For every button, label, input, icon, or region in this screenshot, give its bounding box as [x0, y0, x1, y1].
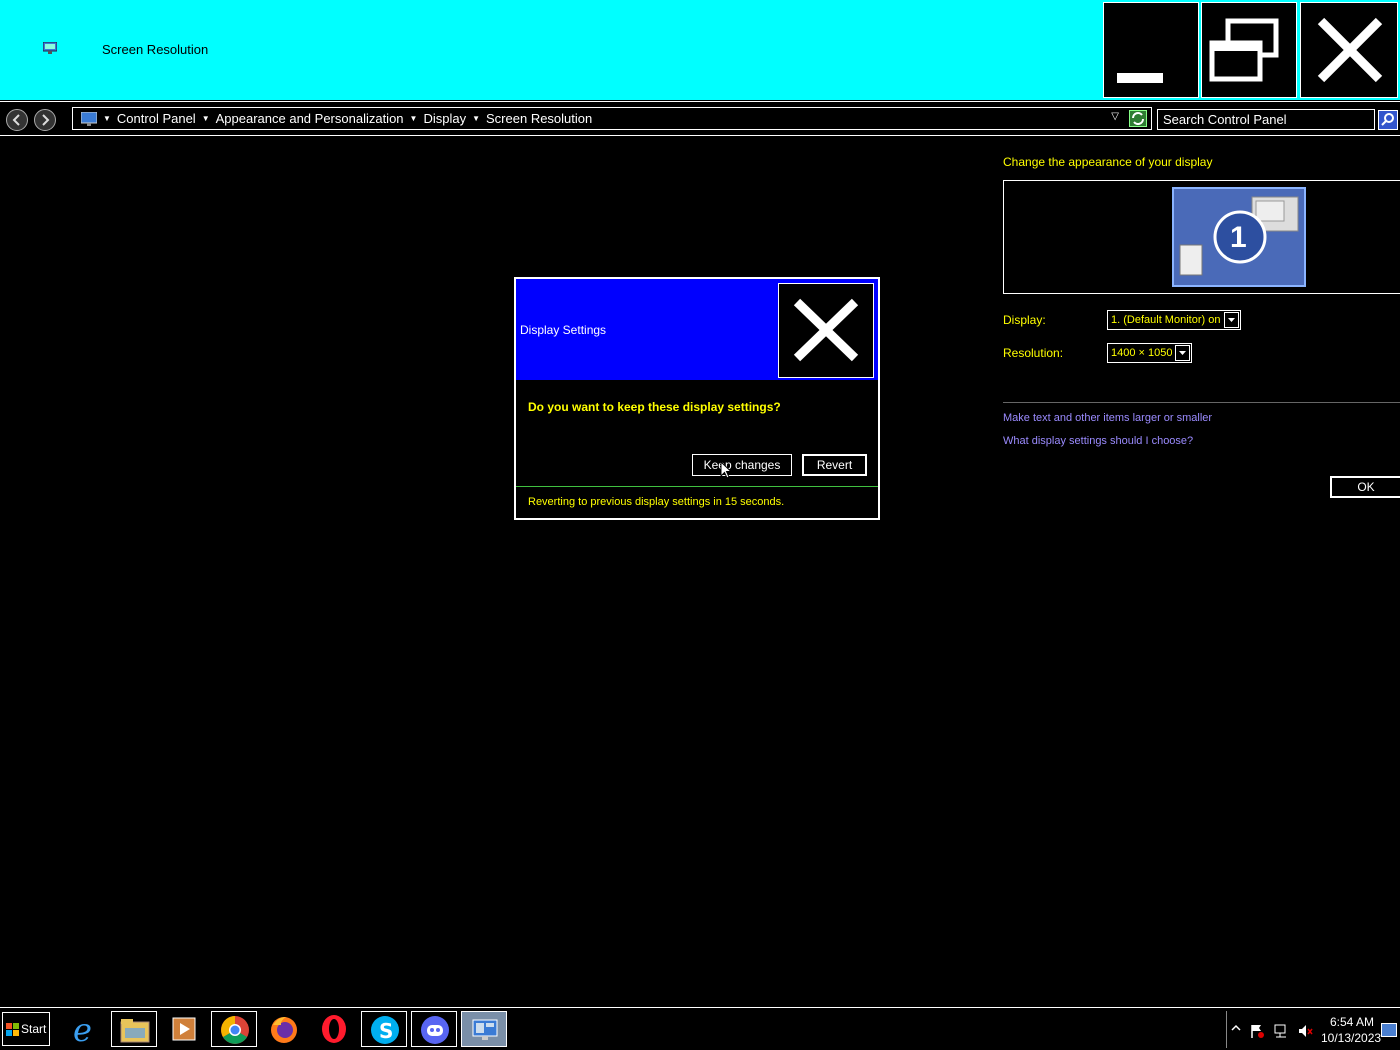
network-icon[interactable]: [1273, 1023, 1289, 1039]
search-button[interactable]: [1378, 110, 1398, 130]
keep-changes-button[interactable]: Keep changes: [692, 454, 792, 476]
taskbar-firefox[interactable]: [261, 1011, 307, 1047]
svg-text:e: e: [73, 1013, 92, 1045]
taskbar-file-explorer[interactable]: [111, 1011, 157, 1047]
dialog-title: Display Settings: [520, 323, 607, 337]
revert-button[interactable]: Revert: [802, 454, 867, 476]
skype-icon: S: [371, 1016, 399, 1044]
breadcrumb-control-panel[interactable]: Control Panel: [117, 111, 196, 126]
discord-icon: [421, 1016, 449, 1044]
clock-date[interactable]: 10/13/2023: [1321, 1031, 1381, 1045]
ok-button[interactable]: OK: [1330, 476, 1400, 498]
show-desktop-button[interactable]: [1381, 1023, 1397, 1037]
start-button[interactable]: Start: [2, 1012, 50, 1046]
firefox-icon: [271, 1017, 297, 1043]
taskbar-opera[interactable]: [311, 1011, 357, 1047]
chrome-icon: [221, 1016, 249, 1044]
screen-resolution-app-icon: [43, 42, 57, 54]
refresh-button[interactable]: [1129, 110, 1147, 127]
minimize-button[interactable]: [1103, 2, 1199, 98]
dialog-separator: [516, 486, 878, 487]
control-panel-icon: [81, 111, 97, 126]
chevron-down-icon: [1179, 351, 1186, 355]
monitor-1-preview[interactable]: 1: [1172, 187, 1306, 287]
link-text-size[interactable]: Make text and other items larger or smal…: [1003, 412, 1212, 424]
title-bar: Screen Resolution: [0, 0, 1400, 100]
windows-logo-icon: [6, 1023, 19, 1036]
start-label: Start: [21, 1022, 47, 1036]
forward-button[interactable]: [34, 109, 56, 131]
dialog-close-button[interactable]: [778, 283, 874, 378]
breadcrumb-screen-resolution[interactable]: Screen Resolution: [486, 111, 592, 126]
chevron-down-icon: [1228, 318, 1235, 322]
restore-icon: [1209, 18, 1279, 82]
taskbar: Start e S: [0, 1007, 1400, 1050]
breadcrumb: ▼ Control Panel ▼ Appearance and Persona…: [81, 111, 592, 126]
display-select-value: 1. (Default Monitor) on: [1111, 314, 1221, 326]
panel-heading: Change the appearance of your display: [1003, 155, 1213, 169]
breadcrumb-arrow-icon[interactable]: ▼: [410, 114, 418, 123]
display-settings-dialog: Display Settings Do you want to keep the…: [514, 277, 880, 520]
search-placeholder: Search Control Panel: [1163, 112, 1287, 127]
refresh-icon: [1132, 112, 1144, 125]
internet-explorer-icon: e: [73, 1013, 92, 1045]
restore-button[interactable]: [1201, 2, 1297, 98]
breadcrumb-arrow-icon[interactable]: ▼: [202, 114, 210, 123]
taskbar-control-panel[interactable]: [461, 1011, 507, 1047]
resolution-select-value: 1400 × 1050: [1111, 347, 1173, 359]
monitor-preview-area: 1: [1003, 180, 1400, 294]
media-player-icon: [172, 1017, 196, 1041]
close-icon: [793, 298, 859, 362]
search-input[interactable]: Search Control Panel: [1157, 109, 1375, 130]
dialog-countdown-status: Reverting to previous display settings i…: [528, 496, 785, 508]
back-arrow-icon: [12, 114, 20, 126]
resolution-dropdown-arrow[interactable]: [1175, 345, 1190, 361]
resolution-select[interactable]: 1400 × 1050: [1107, 343, 1192, 363]
address-history-dropdown-icon[interactable]: ▽: [1111, 111, 1119, 122]
opera-icon: [322, 1015, 346, 1043]
breadcrumb-appearance[interactable]: Appearance and Personalization: [216, 111, 404, 126]
window-title: Screen Resolution: [102, 42, 209, 57]
breadcrumb-arrow-icon[interactable]: ▼: [103, 114, 111, 123]
panel-divider: [1003, 402, 1400, 403]
search-icon: [1381, 113, 1394, 126]
minimize-icon: [1117, 73, 1163, 83]
clock-time[interactable]: 6:54 AM: [1330, 1015, 1374, 1029]
taskbar-discord[interactable]: [411, 1011, 457, 1047]
breadcrumb-arrow-icon[interactable]: ▼: [472, 114, 480, 123]
file-explorer-icon: [120, 1019, 150, 1043]
close-icon: [1317, 17, 1383, 83]
show-hidden-icons-icon[interactable]: [1231, 1023, 1241, 1033]
dialog-title-bar: Display Settings: [516, 279, 878, 380]
display-dropdown-arrow[interactable]: [1224, 312, 1239, 328]
back-button[interactable]: [6, 109, 28, 131]
forward-arrow-icon: [42, 114, 50, 126]
monitor-number: 1: [1230, 221, 1247, 254]
dialog-question: Do you want to keep these display settin…: [528, 400, 781, 414]
address-toolbar: ▼ Control Panel ▼ Appearance and Persona…: [0, 101, 1400, 136]
link-display-help[interactable]: What display settings should I choose?: [1003, 435, 1193, 447]
taskbar-chrome[interactable]: [211, 1011, 257, 1047]
control-panel-icon: [472, 1019, 498, 1040]
address-field[interactable]: ▼ Control Panel ▼ Appearance and Persona…: [72, 107, 1152, 130]
display-label: Display:: [1003, 313, 1046, 327]
svg-text:S: S: [379, 1019, 393, 1043]
taskbar-media-player[interactable]: [161, 1011, 207, 1047]
action-center-flag-icon[interactable]: [1249, 1023, 1265, 1039]
breadcrumb-display[interactable]: Display: [423, 111, 466, 126]
display-select[interactable]: 1. (Default Monitor) on: [1107, 310, 1241, 330]
close-button[interactable]: [1300, 2, 1398, 98]
taskbar-skype[interactable]: S: [361, 1011, 407, 1047]
resolution-label: Resolution:: [1003, 346, 1064, 360]
taskbar-internet-explorer[interactable]: e: [62, 1011, 108, 1047]
mouse-cursor-icon: [720, 461, 732, 479]
volume-muted-icon[interactable]: [1297, 1023, 1313, 1039]
